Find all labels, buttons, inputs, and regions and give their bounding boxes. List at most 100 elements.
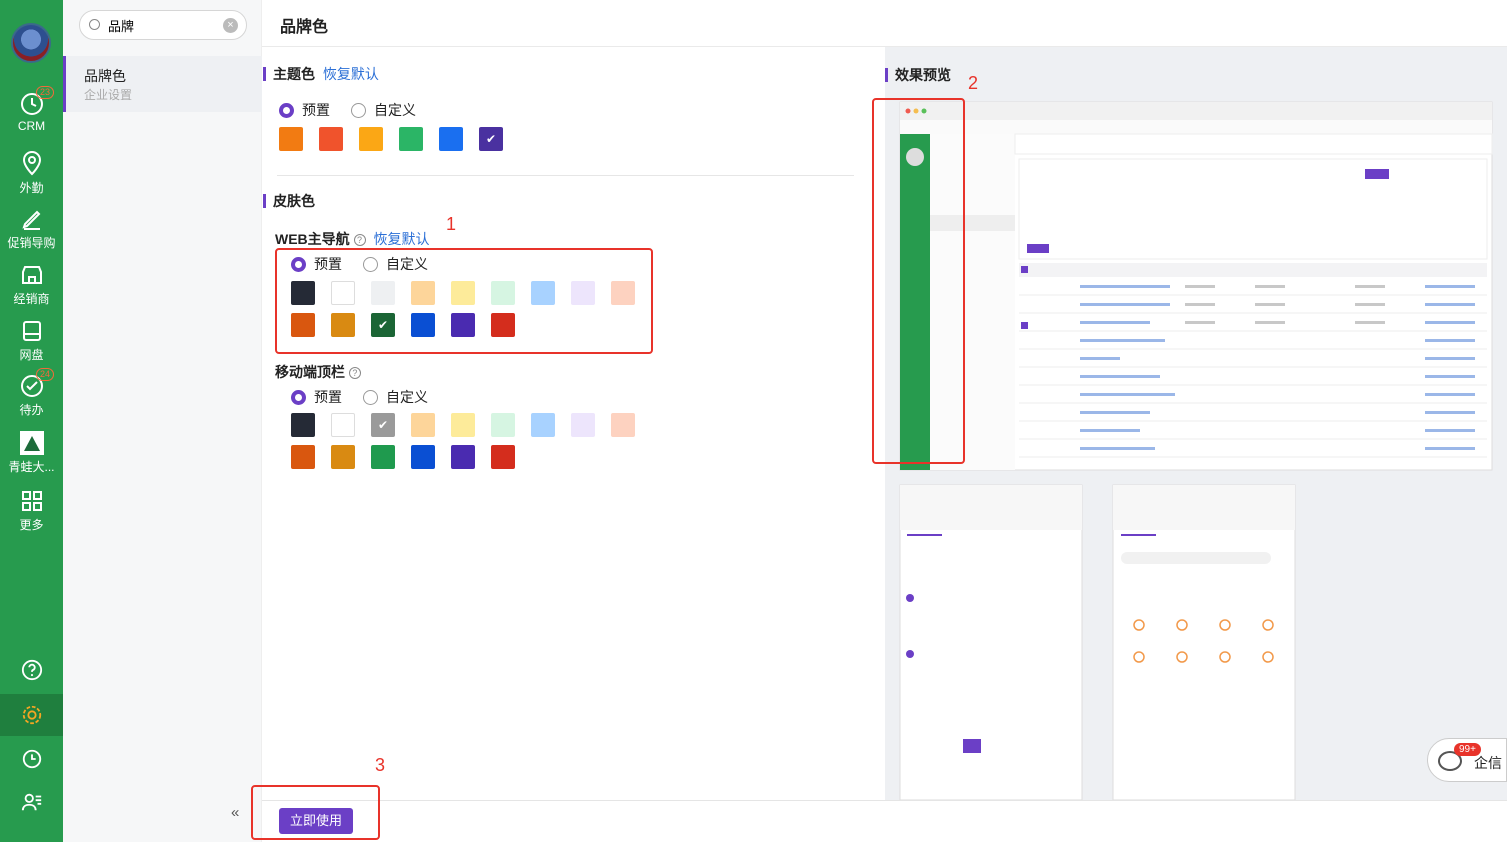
radio-dot [279, 102, 294, 118]
rail-label-todo: 待办 [19, 403, 44, 417]
chat-label: 企信 [1474, 755, 1502, 771]
contacts-button[interactable] [0, 791, 63, 816]
radio-label: 预置 [302, 102, 330, 118]
web-restore-link[interactable]: 恢复默认 [373, 231, 429, 247]
search-input[interactable] [108, 16, 218, 34]
left-rail: 23 CRM 外勤 促销导购 经销商 网盘 24 待办 青蛙大... 更多 [0, 0, 63, 842]
footer-bar [262, 800, 1507, 842]
rail-item-drive[interactable]: 网盘 [0, 319, 63, 363]
user-list-icon [21, 793, 41, 811]
web-nav-heading: WEB主导航 ? 恢复默认 [275, 229, 429, 249]
color-swatch[interactable] [371, 445, 395, 469]
todo-badge: 24 [36, 368, 54, 381]
page-title: 品牌色 [280, 19, 329, 36]
color-swatch[interactable] [491, 445, 515, 469]
annotation-label-3: 3 [375, 755, 386, 775]
skin-color-title: 皮肤色 [273, 193, 315, 209]
help-icon [21, 659, 42, 681]
preview-heading: 效果预览 [885, 68, 951, 82]
color-swatch[interactable]: ✔ [371, 413, 395, 437]
rail-item-crm[interactable]: 23 CRM [0, 86, 63, 133]
page-header: 品牌色 [262, 0, 1507, 47]
location-pin-icon [22, 151, 41, 176]
theme-radio-preset[interactable]: 预置 [279, 100, 330, 120]
rail-label-app: 青蛙大... [8, 460, 55, 474]
radio-dot [351, 102, 366, 118]
rail-label-drive: 网盘 [19, 348, 44, 362]
color-swatch[interactable] [451, 445, 475, 469]
history-button[interactable] [0, 748, 63, 773]
color-swatch[interactable] [411, 445, 435, 469]
color-swatch[interactable] [439, 127, 463, 151]
disk-icon [22, 321, 41, 341]
rail-label-crm: CRM [17, 119, 46, 133]
theme-radio-custom[interactable]: 自定义 [351, 100, 416, 120]
preview-title: 效果预览 [895, 67, 951, 83]
preview-area [885, 47, 1507, 801]
color-swatch[interactable] [411, 413, 435, 437]
color-swatch[interactable] [291, 445, 315, 469]
mobile-topbar-label: 移动端顶栏 [275, 364, 345, 380]
rail-label-promo: 促销导购 [7, 236, 56, 250]
rail-label-more: 更多 [19, 518, 44, 532]
gear-icon [22, 705, 41, 725]
avatar[interactable] [11, 23, 51, 63]
collapse-sidebar-button[interactable]: « [231, 804, 239, 821]
help-icon[interactable]: ? [353, 234, 366, 247]
annotation-box-3 [251, 785, 380, 840]
rail-label-dealer: 经销商 [13, 292, 50, 306]
pencil-icon [21, 210, 40, 230]
help-icon[interactable]: ? [348, 367, 361, 380]
store-icon [21, 266, 42, 284]
web-nav-label: WEB主导航 [275, 231, 350, 247]
mobile-radio-preset[interactable]: 预置 [291, 387, 342, 407]
mobile-radio-custom[interactable]: 自定义 [363, 387, 428, 407]
settings-subnav: × 品牌色 企业设置 « [63, 0, 262, 842]
color-swatch[interactable] [531, 413, 555, 437]
help-button[interactable] [0, 659, 63, 684]
color-swatch[interactable] [331, 445, 355, 469]
theme-restore-link[interactable]: 恢复默认 [323, 66, 379, 82]
color-swatch[interactable] [611, 413, 635, 437]
color-swatch[interactable] [571, 413, 595, 437]
rail-item-dealer[interactable]: 经销商 [0, 263, 63, 307]
rail-item-promo[interactable]: 促销导购 [0, 207, 63, 251]
color-swatch[interactable] [291, 413, 315, 437]
annotation-label-1: 1 [446, 214, 457, 234]
skin-color-heading: 皮肤色 [263, 194, 315, 208]
color-swatch[interactable] [359, 127, 383, 151]
nav-item-brand-color[interactable]: 品牌色 企业设置 [63, 56, 262, 112]
radio-label: 自定义 [374, 102, 416, 118]
color-swatch[interactable] [331, 413, 355, 437]
radio-label: 预置 [314, 389, 342, 405]
radio-label: 自定义 [386, 389, 428, 405]
annotation-box-1 [275, 248, 653, 354]
mountain-logo-icon [19, 431, 44, 455]
chat-widget[interactable]: 99+ 企信 [1427, 738, 1507, 782]
nav-item-title: 品牌色 [84, 68, 126, 84]
theme-color-title: 主题色 [273, 66, 315, 82]
clear-icon[interactable]: × [223, 18, 238, 33]
nav-item-subtitle: 企业设置 [84, 88, 133, 102]
rail-item-field[interactable]: 外勤 [0, 150, 63, 196]
color-swatch[interactable] [319, 127, 343, 151]
settings-button[interactable] [0, 694, 63, 736]
color-swatch[interactable]: ✔ [479, 127, 503, 151]
search-box[interactable]: × [79, 10, 247, 40]
rail-item-todo[interactable]: 24 待办 [0, 368, 63, 418]
mobile-topbar-heading: 移动端顶栏 ? [275, 362, 361, 382]
radio-dot [363, 389, 378, 405]
search-icon [89, 19, 100, 30]
rail-item-more[interactable]: 更多 [0, 489, 63, 533]
annotation-box-2 [872, 98, 965, 464]
theme-color-heading: 主题色 恢复默认 [263, 67, 379, 81]
rail-item-app[interactable]: 青蛙大... [0, 431, 63, 475]
color-swatch[interactable] [451, 413, 475, 437]
color-swatch[interactable] [491, 413, 515, 437]
grid-icon [21, 491, 42, 511]
section-divider [277, 175, 854, 176]
color-swatch[interactable] [399, 127, 423, 151]
crm-badge: 23 [36, 86, 54, 99]
color-swatch[interactable] [279, 127, 303, 151]
annotation-label-2: 2 [968, 73, 979, 93]
